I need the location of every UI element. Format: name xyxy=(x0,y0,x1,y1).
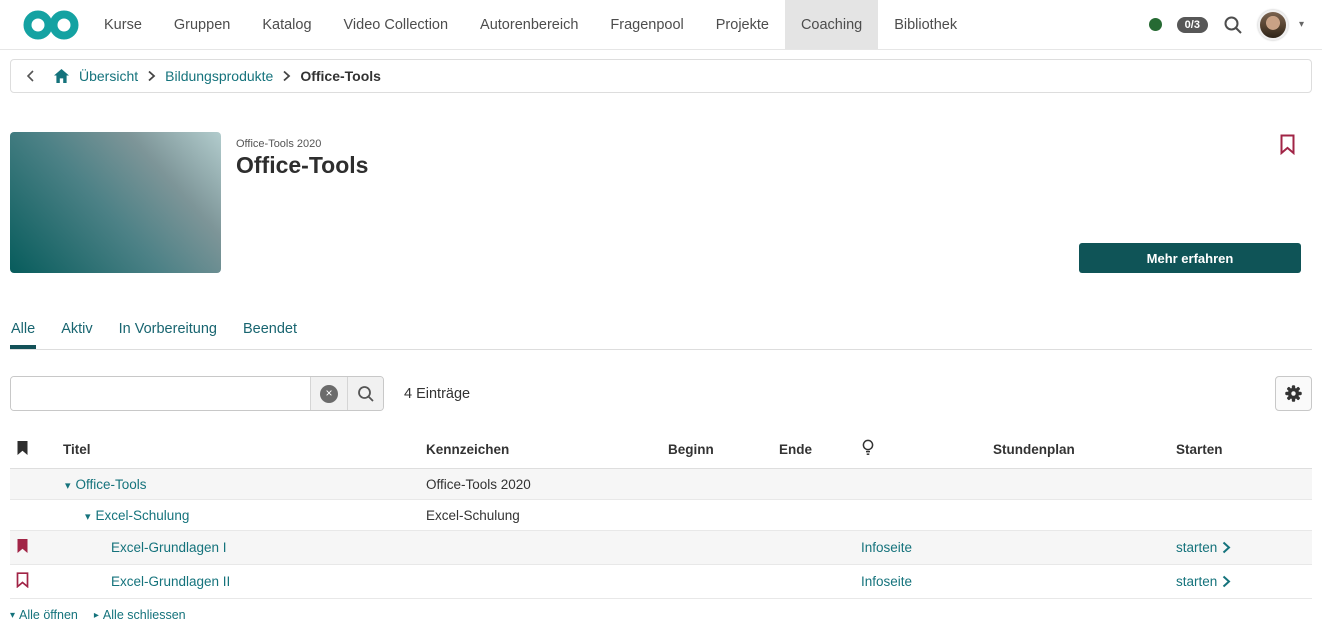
navbar-right: 0/3 ▾ xyxy=(1149,0,1304,49)
table-toolbar: × 4 Einträge xyxy=(10,376,1312,411)
top-navbar: Kurse Gruppen Katalog Video Collection A… xyxy=(0,0,1322,50)
nav-item-autorenbereich[interactable]: Autorenbereich xyxy=(464,0,594,49)
magnifier-icon xyxy=(357,385,375,403)
starten-link[interactable]: starten xyxy=(1176,540,1231,555)
infoseite-link[interactable]: Infoseite xyxy=(861,540,912,555)
table-row-office-tools: ▾ Office-Tools Office-Tools 2020 xyxy=(10,469,1312,500)
tab-in-vorbereitung[interactable]: In Vorbereitung xyxy=(118,321,218,349)
page-title: Office-Tools xyxy=(236,152,368,179)
task-counter-badge[interactable]: 0/3 xyxy=(1177,17,1208,33)
lightbulb-icon xyxy=(861,439,875,457)
collapse-caret-icon[interactable]: ▾ xyxy=(85,511,91,523)
column-header-beginn[interactable]: Beginn xyxy=(658,434,769,469)
search-addons: × xyxy=(310,377,383,410)
clear-x-icon: × xyxy=(320,385,338,403)
caret-down-icon: ▾ xyxy=(10,610,15,621)
search-group: × xyxy=(10,376,384,411)
row-title-link[interactable]: Excel-Grundlagen II xyxy=(111,574,230,589)
starten-link[interactable]: starten xyxy=(1176,574,1231,589)
table-row-excel-schulung: ▾ Excel-Schulung Excel-Schulung xyxy=(10,500,1312,531)
infoseite-link[interactable]: Infoseite xyxy=(861,574,912,589)
row-kennzeichen: Office-Tools 2020 xyxy=(416,469,658,500)
column-header-infoseite[interactable] xyxy=(851,434,983,469)
tab-aktiv[interactable]: Aktiv xyxy=(60,321,93,349)
bookmark-outline-icon[interactable] xyxy=(1279,134,1296,160)
table-row-excel-grundlagen-1: Excel-Grundlagen I Infoseite starten xyxy=(10,531,1312,565)
nav-item-bibliothek[interactable]: Bibliothek xyxy=(878,0,973,49)
search-input[interactable] xyxy=(11,377,310,410)
chevron-right-icon xyxy=(1222,575,1231,588)
table-settings-button[interactable] xyxy=(1275,376,1312,411)
gear-icon xyxy=(1284,384,1303,403)
row-title-link[interactable]: Excel-Grundlagen I xyxy=(111,540,227,555)
column-header-bookmark[interactable] xyxy=(10,434,53,469)
column-header-kennzeichen[interactable]: Kennzeichen xyxy=(416,434,658,469)
bookmark-filled-icon[interactable] xyxy=(16,538,29,554)
search-submit-button[interactable] xyxy=(347,377,383,410)
nav-item-gruppen[interactable]: Gruppen xyxy=(158,0,246,49)
mehr-erfahren-button[interactable]: Mehr erfahren xyxy=(1079,243,1301,273)
curriculum-table: Titel Kennzeichen Beginn Ende Stundenpla… xyxy=(10,434,1312,599)
open-all-link[interactable]: ▾ Alle öffnen xyxy=(10,608,78,622)
product-external-ref: Office-Tools 2020 xyxy=(236,138,368,150)
breadcrumb: Übersicht Bildungsprodukte Office-Tools xyxy=(10,59,1312,93)
row-title-link[interactable]: Office-Tools xyxy=(76,477,147,492)
user-avatar[interactable] xyxy=(1258,10,1288,40)
tab-alle[interactable]: Alle xyxy=(10,321,36,349)
bookmark-filled-icon xyxy=(16,440,29,456)
breadcrumb-link-uebersicht[interactable]: Übersicht xyxy=(79,68,138,84)
table-header-row: Titel Kennzeichen Beginn Ende Stundenpla… xyxy=(10,434,1312,469)
back-chevron-icon[interactable] xyxy=(24,68,38,84)
caret-right-icon: ▸ xyxy=(94,610,99,621)
filter-tabs: Alle Aktiv In Vorbereitung Beendet xyxy=(10,321,1312,350)
nav-item-fragenpool[interactable]: Fragenpool xyxy=(594,0,699,49)
table-row-excel-grundlagen-2: Excel-Grundlagen II Infoseite starten xyxy=(10,565,1312,599)
column-header-stundenplan[interactable]: Stundenplan xyxy=(983,434,1166,469)
column-header-starten[interactable]: Starten xyxy=(1166,434,1312,469)
collapse-caret-icon[interactable]: ▾ xyxy=(65,480,71,492)
product-header: Office-Tools 2020 Office-Tools Mehr erfa… xyxy=(10,132,1312,273)
search-icon[interactable] xyxy=(1223,15,1243,35)
breadcrumb-separator-icon xyxy=(282,70,291,82)
bookmark-outline-icon[interactable] xyxy=(16,572,29,588)
tab-beendet[interactable]: Beendet xyxy=(242,321,298,349)
user-menu-caret-icon[interactable]: ▾ xyxy=(1299,19,1304,30)
row-kennzeichen: Excel-Schulung xyxy=(416,500,658,531)
presence-status-dot xyxy=(1149,18,1162,31)
breadcrumb-separator-icon xyxy=(147,70,156,82)
breadcrumb-link-bildungsprodukte[interactable]: Bildungsprodukte xyxy=(165,68,273,84)
breadcrumb-current-page: Office-Tools xyxy=(300,68,381,84)
home-icon[interactable] xyxy=(53,68,70,84)
column-header-titel[interactable]: Titel xyxy=(53,434,416,469)
entries-count: 4 Einträge xyxy=(404,386,470,402)
nav-item-coaching[interactable]: Coaching xyxy=(785,0,878,49)
row-title-link[interactable]: Excel-Schulung xyxy=(96,508,190,523)
product-teaser-image xyxy=(10,132,221,273)
nav-item-projekte[interactable]: Projekte xyxy=(700,0,785,49)
infinity-logo-icon xyxy=(22,9,80,41)
close-all-link[interactable]: ▸ Alle schliessen xyxy=(94,608,186,622)
tree-controls: ▾ Alle öffnen ▸ Alle schliessen xyxy=(10,608,1312,622)
openolat-logo[interactable] xyxy=(22,0,80,49)
nav-item-video-collection[interactable]: Video Collection xyxy=(328,0,465,49)
main-menu: Kurse Gruppen Katalog Video Collection A… xyxy=(88,0,973,49)
chevron-right-icon xyxy=(1222,541,1231,554)
column-header-ende[interactable]: Ende xyxy=(769,434,851,469)
clear-search-button[interactable]: × xyxy=(311,377,347,410)
nav-item-katalog[interactable]: Katalog xyxy=(246,0,327,49)
product-title-block: Office-Tools 2020 Office-Tools xyxy=(236,132,368,273)
nav-item-kurse[interactable]: Kurse xyxy=(88,0,158,49)
